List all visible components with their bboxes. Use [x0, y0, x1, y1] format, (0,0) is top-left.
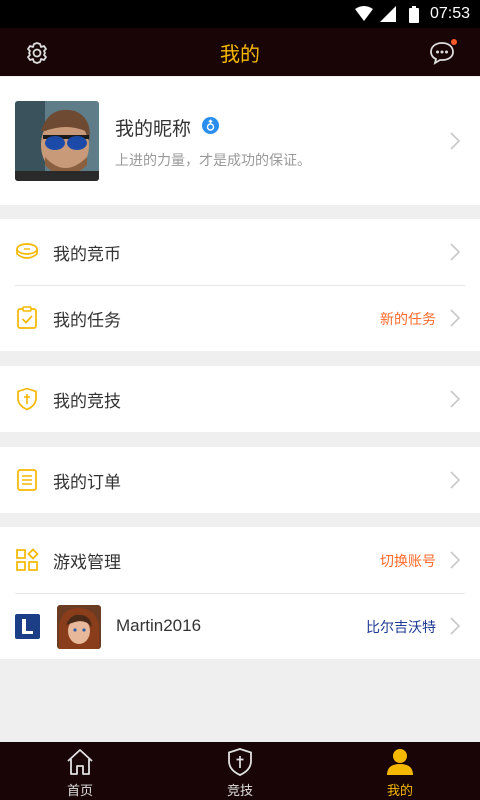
profile-motto: 上进的力量，才是成功的保证。 [115, 153, 311, 169]
chevron-right-icon [450, 132, 460, 150]
chevron-right-icon [450, 551, 460, 569]
game-manage-label: 游戏管理 [53, 553, 121, 573]
lol-icon [15, 614, 40, 639]
home-icon [67, 749, 93, 775]
chevron-right-icon [450, 617, 460, 635]
my-competition-label: 我的竞技 [53, 392, 121, 412]
status-bar: 07:53 [0, 0, 480, 28]
page-title: 我的 [220, 42, 260, 66]
new-tasks-badge: 新的任务 [380, 312, 436, 328]
my-orders-label: 我的订单 [53, 473, 121, 493]
tab-me[interactable]: 我的 [320, 742, 480, 800]
wifi-icon [355, 6, 373, 21]
battery-icon [409, 6, 419, 23]
list-document-icon [17, 469, 37, 491]
signal-icon [380, 6, 396, 22]
chevron-right-icon [450, 471, 460, 489]
hero-avatar [57, 605, 101, 649]
clipboard-check-icon [17, 306, 37, 329]
orders-section: 我的订单 [0, 447, 480, 513]
competition-section: 我的竞技 [0, 366, 480, 432]
game-section: 游戏管理 切换账号 Martin2016 比尔吉沃特 [0, 527, 480, 659]
avatar[interactable] [15, 101, 99, 181]
my-competition-row[interactable]: 我的竞技 [0, 366, 480, 432]
my-coins-label: 我的竞币 [53, 245, 121, 265]
shield-sword-icon [228, 748, 252, 776]
coin-icon [16, 243, 38, 259]
tab-home[interactable]: 首页 [0, 742, 160, 800]
my-tasks-label: 我的任务 [53, 311, 121, 331]
nickname: 我的昵称 [115, 118, 192, 140]
chevron-right-icon [450, 243, 460, 261]
tab-home-label: 首页 [66, 784, 93, 799]
male-icon [202, 117, 219, 134]
my-tasks-row[interactable]: 我的任务 新的任务 [0, 285, 480, 351]
grid-icon [16, 548, 39, 571]
game-manage-row[interactable]: 游戏管理 切换账号 [0, 527, 480, 593]
tab-competition-label: 竞技 [226, 784, 253, 799]
tab-me-label: 我的 [386, 784, 413, 799]
user-icon [387, 749, 413, 775]
messages-button[interactable] [428, 39, 457, 67]
switch-account-link[interactable]: 切换账号 [380, 551, 436, 571]
my-orders-row[interactable]: 我的订单 [0, 447, 480, 513]
game-account-row[interactable]: Martin2016 比尔吉沃特 [0, 593, 480, 659]
tab-competition[interactable]: 竞技 [160, 742, 320, 800]
chevron-right-icon [450, 390, 460, 408]
profile-card[interactable]: 我的昵称 上进的力量，才是成功的保证。 [0, 77, 480, 205]
title-bar: 我的 [0, 28, 480, 76]
bottom-tab-bar: 首页 竞技 我的 [0, 742, 480, 800]
account-name: Martin2016 [116, 616, 202, 635]
my-coins-row[interactable]: 我的竞币 [0, 219, 480, 285]
clock: 07:53 [429, 5, 470, 22]
shield-sword-icon [17, 387, 37, 411]
wallet-section: 我的竞币 我的任务 新的任务 [0, 219, 480, 351]
server-name: 比尔吉沃特 [366, 620, 436, 636]
unread-dot [451, 39, 457, 45]
chevron-right-icon [450, 309, 460, 327]
